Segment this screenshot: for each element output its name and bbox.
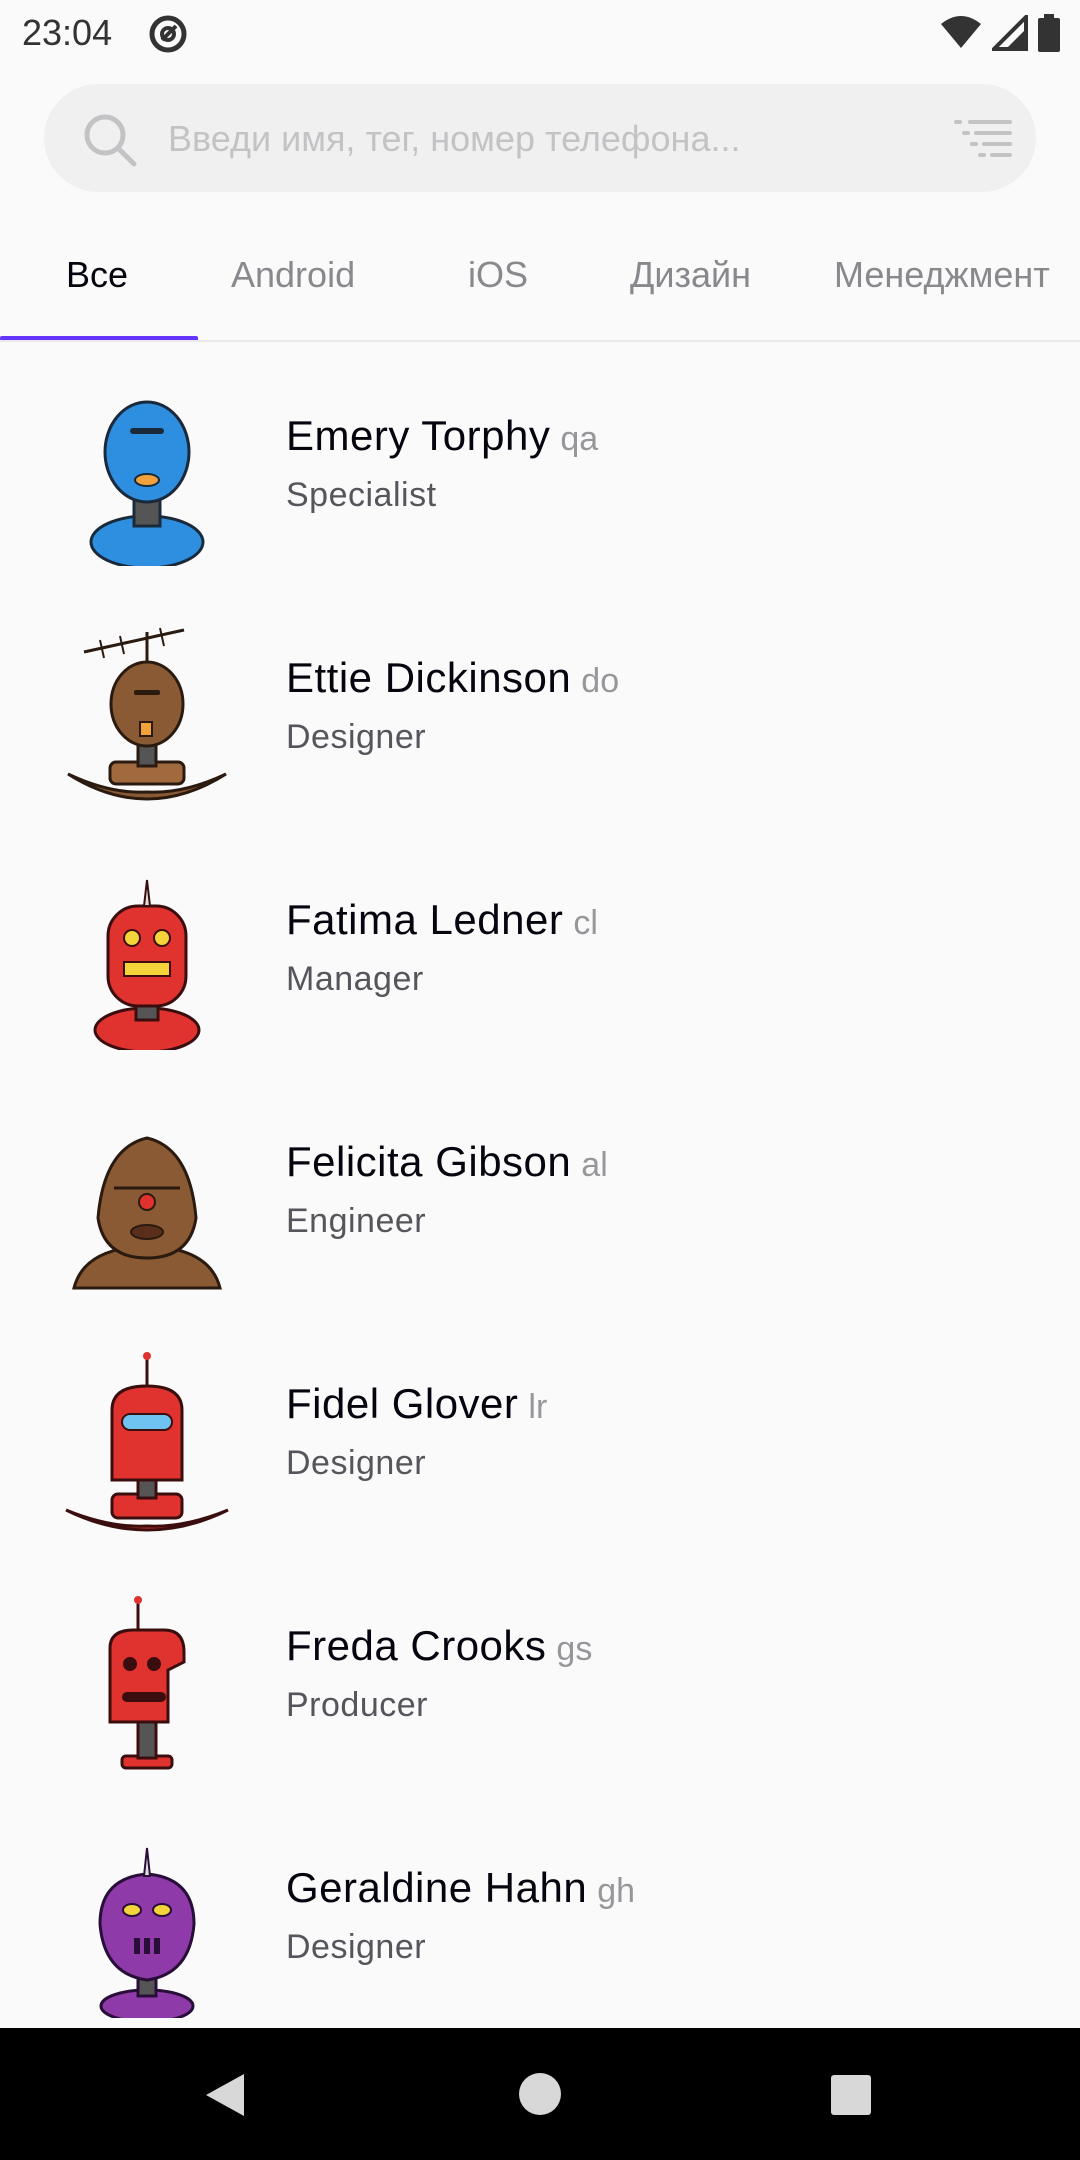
person-name: Emery Torphy bbox=[286, 412, 551, 459]
robot-avatar-icon bbox=[98, 1847, 196, 2018]
tab-android[interactable]: Android bbox=[231, 254, 355, 296]
list-item[interactable]: Geraldine Hahn gh Designer bbox=[0, 1804, 1080, 2046]
system-navigation-bar bbox=[0, 2028, 1080, 2160]
name-line: Geraldine Hahn gh bbox=[286, 1864, 635, 1912]
person-name: Fatima Ledner bbox=[286, 896, 564, 943]
status-bar: 23:04 bbox=[0, 0, 1080, 68]
person-tag: do bbox=[581, 662, 620, 700]
list-item[interactable]: Felicita Gibson al Engineer bbox=[0, 1078, 1080, 1320]
at-sign-icon bbox=[148, 14, 188, 59]
list-item[interactable]: Ettie Dickinson do Designer bbox=[0, 594, 1080, 836]
name-line: Felicita Gibson al bbox=[286, 1138, 608, 1186]
name-line: Ettie Dickinson do bbox=[286, 654, 619, 702]
list-item[interactable]: Fidel Glover lr Designer bbox=[0, 1320, 1080, 1562]
list-item[interactable]: Freda Crooks gs Producer bbox=[0, 1562, 1080, 1804]
name-line: Freda Crooks gs bbox=[286, 1622, 592, 1670]
signal-icon bbox=[989, 12, 1028, 56]
person-tag: cl bbox=[573, 904, 598, 942]
tab-design[interactable]: Дизайн bbox=[630, 254, 751, 296]
nav-recents-icon[interactable] bbox=[830, 2074, 872, 2121]
robot-avatar-icon bbox=[93, 879, 201, 1050]
tab-bar: Все Android iOS Дизайн Менеджмент bbox=[0, 236, 1080, 341]
battery-icon bbox=[1038, 14, 1060, 57]
person-position: Producer bbox=[286, 1686, 428, 1724]
person-position: Specialist bbox=[286, 476, 437, 514]
person-tag: gh bbox=[597, 1872, 636, 1910]
tabs-divider bbox=[0, 340, 1080, 342]
name-line: Emery Torphy qa bbox=[286, 412, 598, 460]
robot-avatar-icon bbox=[89, 400, 205, 566]
status-time: 23:04 bbox=[22, 12, 113, 53]
robot-avatar-icon bbox=[108, 1596, 186, 1770]
tab-all[interactable]: Все bbox=[66, 254, 128, 296]
robot-avatar-icon bbox=[72, 1136, 222, 1290]
wifi-icon bbox=[940, 16, 982, 55]
tab-ios[interactable]: iOS bbox=[468, 254, 528, 296]
person-name: Ettie Dickinson bbox=[286, 654, 572, 701]
nav-home-icon[interactable] bbox=[518, 2072, 562, 2121]
tab-management[interactable]: Менеджмент bbox=[834, 254, 1050, 296]
list-item[interactable]: Fatima Ledner cl Manager bbox=[0, 836, 1080, 1078]
robot-avatar-icon bbox=[65, 1352, 229, 1532]
person-position: Designer bbox=[286, 718, 427, 756]
robot-avatar-icon bbox=[67, 627, 227, 801]
search-icon[interactable] bbox=[82, 112, 138, 173]
person-position: Designer bbox=[286, 1928, 427, 1966]
search-bar[interactable] bbox=[44, 84, 1036, 192]
nav-back-icon[interactable] bbox=[204, 2072, 246, 2123]
person-tag: al bbox=[581, 1146, 608, 1184]
person-tag: lr bbox=[528, 1388, 548, 1426]
search-input[interactable] bbox=[166, 108, 910, 170]
person-position: Designer bbox=[286, 1444, 427, 1482]
person-position: Engineer bbox=[286, 1202, 427, 1240]
person-name: Geraldine Hahn bbox=[286, 1864, 588, 1911]
person-name: Fidel Glover bbox=[286, 1380, 519, 1427]
person-tag: gs bbox=[556, 1630, 593, 1668]
person-name: Felicita Gibson bbox=[286, 1138, 572, 1185]
filter-icon[interactable] bbox=[954, 118, 1014, 163]
name-line: Fatima Ledner cl bbox=[286, 896, 598, 944]
person-tag: qa bbox=[560, 420, 599, 458]
list-item[interactable]: Emery Torphy qa Specialist bbox=[0, 352, 1080, 594]
name-line: Fidel Glover lr bbox=[286, 1380, 547, 1428]
person-position: Manager bbox=[286, 960, 424, 998]
person-name: Freda Crooks bbox=[286, 1622, 547, 1669]
